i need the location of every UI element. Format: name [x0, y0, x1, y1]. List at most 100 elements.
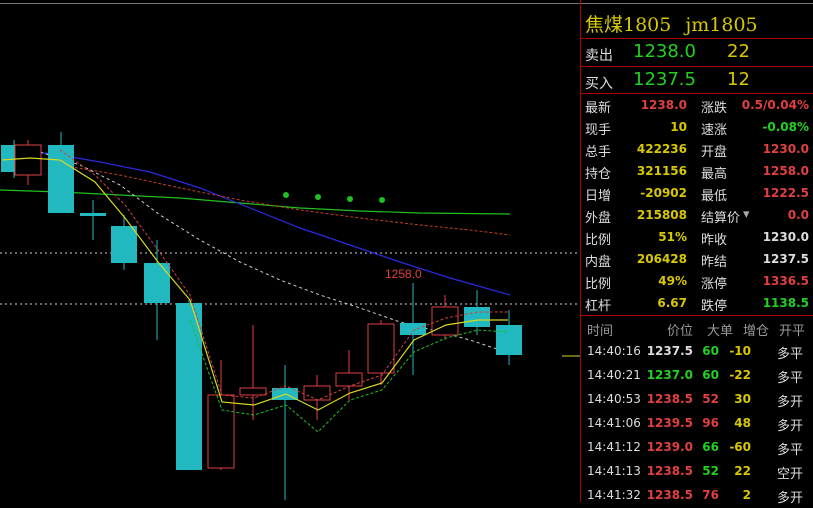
tick-chg: -10 [729, 344, 751, 358]
tick-price: 1238.5 [646, 392, 693, 406]
tick-row[interactable]: 14:41:32 1238.5 76 2 多开 [581, 484, 813, 508]
divider [581, 315, 813, 316]
stat-label: 最低 [701, 189, 728, 204]
stat-value: 1230.0 [762, 230, 809, 244]
tick-row[interactable]: 14:41:12 1239.0 66 -60 多平 [581, 436, 813, 460]
candle-body [176, 303, 202, 470]
ma-red-dashed-line [59, 164, 511, 236]
tick-row[interactable]: 14:40:16 1237.5 60 -10 多平 [581, 340, 813, 364]
stat-right-2: 开盘 1230.0 [701, 139, 809, 161]
tick-big: 60 [702, 368, 719, 382]
contract-name: 焦煤1805 [585, 14, 672, 36]
tick-row[interactable]: 14:41:06 1239.5 96 48 多开 [581, 412, 813, 436]
signal-dots [283, 192, 385, 203]
tick-row[interactable]: 14:41:13 1238.5 52 22 空开 [581, 460, 813, 484]
ma-white-dashed-line [39, 151, 501, 351]
tick-price: 1237.0 [646, 368, 693, 382]
stat-value: -0.08% [762, 120, 809, 134]
buy-row[interactable]: 买入 1237.5 12 [581, 67, 813, 95]
stat-label: 持仓 [585, 167, 612, 182]
col-change: 增仓 [743, 324, 770, 339]
col-price: 价位 [667, 324, 694, 339]
tick-time: 14:41:12 [587, 440, 641, 454]
dropdown-arrow-icon[interactable]: ▾ [743, 207, 750, 222]
tick-time: 14:40:21 [587, 368, 641, 382]
candle-body [400, 323, 426, 335]
stat-left-7: 内盘 206428 [585, 249, 687, 271]
stat-right-6: 昨收 1230.0 [701, 227, 809, 249]
candles-group [1, 132, 522, 500]
stat-label: 比例 [585, 233, 612, 248]
buy-label: 买入 [585, 76, 613, 92]
tick-dir: 多平 [777, 347, 804, 362]
tick-big: 52 [702, 464, 719, 478]
candle-body [80, 213, 106, 216]
tick-chg: 30 [734, 392, 751, 406]
tick-dir: 多开 [777, 395, 804, 410]
candle-body [335, 372, 363, 387]
stat-label: 昨结 [701, 255, 728, 270]
sell-row[interactable]: 卖出 1238.0 22 [581, 39, 813, 67]
stat-label: 结算价 [701, 211, 741, 226]
col-time: 时间 [587, 324, 614, 339]
tick-time: 14:41:32 [587, 488, 641, 502]
stat-left-0: 最新 1238.0 [585, 95, 687, 117]
sell-label: 卖出 [585, 48, 613, 64]
tick-chg: 2 [742, 488, 751, 502]
tick-time: 14:40:53 [587, 392, 641, 406]
stat-label: 日增 [585, 189, 612, 204]
col-open: 开平 [779, 324, 806, 339]
tick-chg: -60 [729, 440, 751, 454]
stat-left-8: 比例 49% [585, 271, 687, 293]
tick-price: 1238.5 [646, 464, 693, 478]
tick-big: 66 [702, 440, 719, 454]
stat-label: 总手 [585, 145, 612, 160]
stat-label: 跌停 [701, 299, 728, 314]
candlestick-chart[interactable]: 1258.0 [0, 0, 580, 502]
sell-price: 1238.0 [633, 41, 696, 62]
stat-right-3: 最高 1258.0 [701, 161, 809, 183]
tick-dir: 多平 [777, 443, 804, 458]
contract-code: jm1805 [685, 14, 758, 36]
buy-price: 1237.5 [633, 69, 696, 90]
stat-value: 1238.0 [640, 98, 687, 112]
tick-row[interactable]: 14:40:53 1238.5 52 30 多开 [581, 388, 813, 412]
candle-body [496, 325, 522, 355]
candle-body [111, 226, 137, 263]
tick-price: 1239.0 [646, 440, 693, 454]
stat-value: 1336.5 [762, 274, 809, 288]
candle-body [239, 387, 267, 396]
stat-label: 涨停 [701, 277, 728, 292]
quote-panel: 焦煤1805 jm1805 卖出 1238.0 22 买入 1237.5 12 最… [580, 0, 813, 506]
stat-right-5: 结算价 0.0 ▾ [701, 205, 809, 227]
tick-big: 76 [702, 488, 719, 502]
stat-value: 321156 [636, 164, 687, 178]
stat-value: 1258.0 [762, 164, 809, 178]
stat-left-5: 外盘 215808 [585, 205, 687, 227]
stat-value: 215808 [636, 208, 687, 222]
stat-right-7: 昨结 1237.5 [701, 249, 809, 271]
stat-left-3: 持仓 321156 [585, 161, 687, 183]
stat-value: 10 [670, 120, 687, 134]
stat-value: 1222.5 [762, 186, 809, 200]
stat-left-6: 比例 51% [585, 227, 687, 249]
stat-right-9: 跌停 1138.5 [701, 293, 809, 315]
tick-row[interactable]: 14:40:21 1237.0 60 -22 多平 [581, 364, 813, 388]
tick-price: 1239.5 [646, 416, 693, 430]
stat-value: 422236 [636, 142, 687, 156]
stat-label: 外盘 [585, 211, 612, 226]
stat-label: 昨收 [701, 233, 728, 248]
stat-value: 0.0 [787, 208, 809, 222]
tick-big: 60 [702, 344, 719, 358]
stat-value: 1230.0 [762, 142, 809, 156]
candle-body [303, 385, 331, 401]
buy-volume: 12 [727, 69, 750, 90]
stat-label: 比例 [585, 277, 612, 292]
stat-label: 最高 [701, 167, 728, 182]
stat-value: 206428 [636, 252, 687, 266]
tick-price: 1238.5 [646, 488, 693, 502]
candle-body [464, 307, 490, 327]
tick-chg: -22 [729, 368, 751, 382]
tick-time: 14:41:13 [587, 464, 641, 478]
stat-left-4: 日增 -20902 [585, 183, 687, 205]
